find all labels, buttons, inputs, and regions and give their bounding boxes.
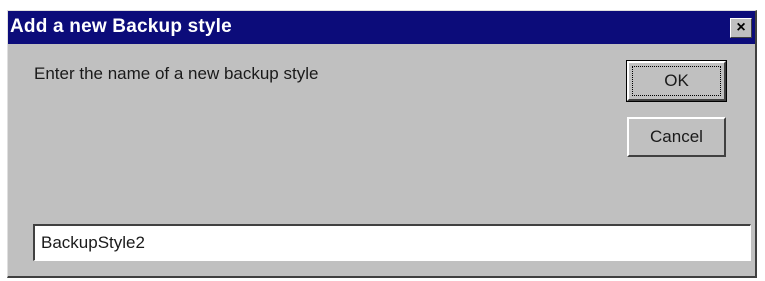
ok-button[interactable]: OK <box>626 60 727 102</box>
title-bar[interactable]: Add a new Backup style × <box>8 11 755 44</box>
cancel-button[interactable]: Cancel <box>627 117 726 157</box>
backup-style-name-input[interactable] <box>33 224 751 261</box>
close-button[interactable]: × <box>730 18 752 38</box>
cancel-button-label: Cancel <box>650 127 703 146</box>
close-icon: × <box>736 19 746 36</box>
ok-button-label: OK <box>664 71 689 90</box>
dialog-title: Add a new Backup style <box>10 16 232 37</box>
add-backup-style-dialog: Add a new Backup style × Enter the name … <box>7 10 757 278</box>
prompt-label: Enter the name of a new backup style <box>34 64 319 83</box>
